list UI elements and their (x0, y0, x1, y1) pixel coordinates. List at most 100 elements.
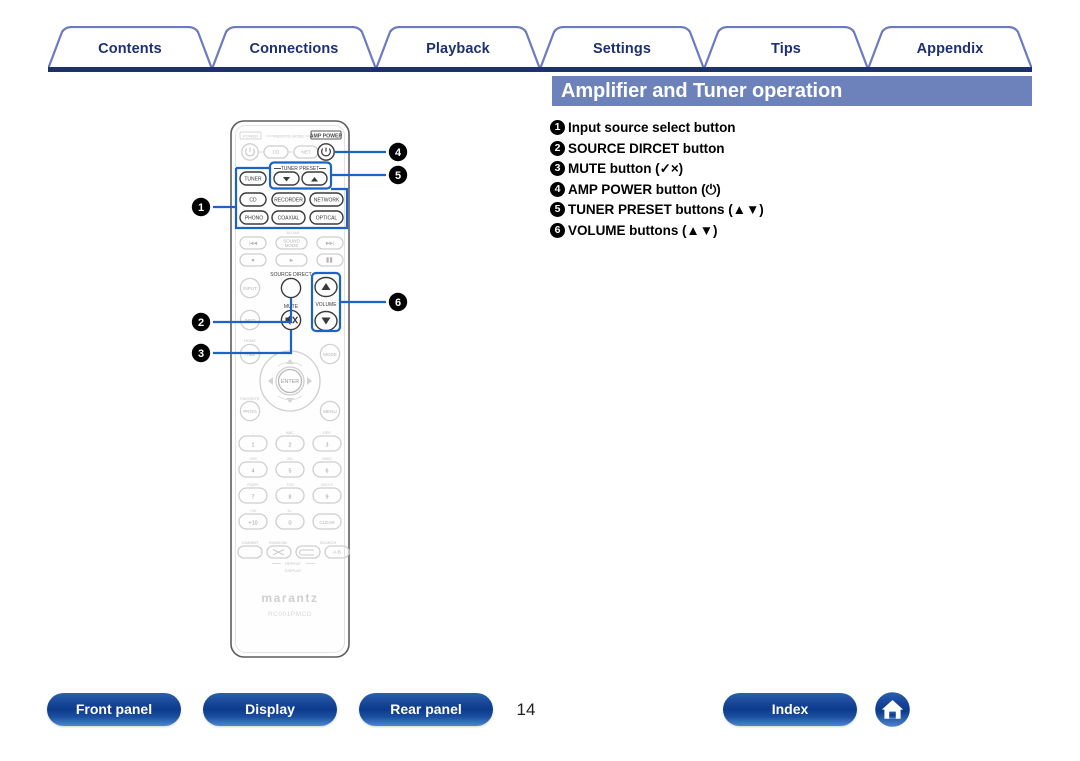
tab-bar: Contents Connections Playback Settings T… (48, 26, 1032, 70)
svg-text:7: 7 (252, 494, 255, 500)
svg-text:DISPLAY: DISPLAY (285, 568, 302, 573)
remote-model: RC001PMCD (268, 611, 312, 618)
svg-text:MODE: MODE (323, 352, 337, 357)
svg-text:6: 6 (326, 468, 329, 474)
tab-settings[interactable]: Settings (540, 40, 704, 58)
svg-text:AMP POWER: AMP POWER (310, 134, 343, 140)
svg-text:FAVORITE: FAVORITE (240, 396, 260, 401)
rear-panel-button[interactable]: Rear panel (359, 693, 493, 726)
svg-text:PHONO: PHONO (245, 216, 263, 222)
svg-text:WXYZ: WXYZ (321, 482, 333, 487)
legend-label-5: TUNER PRESET buttons (▲▼) (568, 202, 764, 217)
svg-text:+10: +10 (250, 508, 258, 513)
legend-label-3: MUTE button (✓×) (568, 161, 684, 176)
svg-text:SOURCE DIRECT: SOURCE DIRECT (270, 272, 311, 278)
svg-text:NET: NET (301, 150, 310, 155)
svg-text:DEF: DEF (323, 430, 332, 435)
svg-text:REMOTE MODE: REMOTE MODE (274, 134, 305, 139)
svg-text:TUNER PRESET: TUNER PRESET (281, 166, 320, 172)
svg-text:NETWORK: NETWORK (314, 198, 340, 204)
legend-bullet-4: 4 (550, 181, 565, 197)
svg-text:HOME: HOME (244, 338, 256, 343)
svg-text:CD: CD (273, 150, 280, 155)
legend-bullet-2: 2 (550, 140, 565, 156)
svg-text:TUNER: TUNER (244, 177, 262, 183)
legend-label-1: Input source select button (568, 120, 736, 135)
legend-bullet-6: 6 (550, 222, 565, 238)
svg-text:.,: ., (252, 430, 254, 435)
legend-item-4: 4 AMP POWER button (⏻) (550, 180, 1020, 201)
svg-text:■: ■ (252, 258, 255, 263)
svg-text:1: 1 (198, 202, 204, 214)
manual-page: Contents Connections Playback Settings T… (0, 0, 1080, 761)
svg-text:A-B: A-B (333, 550, 341, 555)
svg-text:VOLUME: VOLUME (315, 302, 337, 308)
tab-playback[interactable]: Playback (376, 40, 540, 58)
svg-text:+10: +10 (248, 520, 257, 526)
legend-label-4: AMP POWER button (⏻) (568, 181, 721, 197)
tab-appendix[interactable]: Appendix (868, 40, 1032, 58)
svg-text:REPEAT: REPEAT (285, 561, 301, 566)
svg-text:DIMMER: DIMMER (242, 540, 258, 545)
tab-contents[interactable]: Contents (48, 40, 212, 58)
tab-connections[interactable]: Connections (212, 40, 376, 58)
svg-text:SEARCH: SEARCH (320, 540, 337, 545)
remote-control-illustration: .body{fill:#fefefe;stroke:#5d5d5d;stroke… (150, 110, 450, 670)
index-button[interactable]: Index (723, 693, 857, 726)
svg-text:PROG: PROG (243, 409, 257, 414)
legend-bullet-5: 5 (550, 202, 565, 217)
page-number: 14 (516, 700, 536, 719)
remote-brand: marantz (261, 591, 318, 605)
svg-text:0: 0 (289, 520, 292, 526)
svg-text:6: 6 (395, 297, 401, 309)
legend-list: 1 Input source select button 2 SOURCE DI… (550, 118, 1020, 241)
svg-text:PQRS: PQRS (247, 482, 259, 487)
tab-tips[interactable]: Tips (704, 40, 868, 58)
legend-label-6: VOLUME buttons (▲▼) (568, 222, 718, 238)
svg-text:MNO: MNO (322, 456, 331, 461)
svg-text:CD: CD (249, 198, 257, 204)
svg-text:9: 9 (326, 494, 329, 500)
svg-text:RANDOM: RANDOM (269, 540, 287, 545)
svg-text:3: 3 (326, 442, 329, 448)
svg-text:INPUT: INPUT (243, 286, 257, 291)
svg-text:ABC: ABC (286, 430, 294, 435)
svg-text:M-DAX: M-DAX (287, 230, 300, 235)
svg-text:3: 3 (198, 348, 204, 360)
svg-text:OPTICAL: OPTICAL (316, 216, 338, 222)
svg-text:2: 2 (289, 442, 292, 448)
svg-text:|◀◀: |◀◀ (249, 241, 258, 246)
svg-text:▶: ▶ (290, 258, 294, 263)
svg-text:ENTER: ENTER (281, 379, 299, 385)
svg-text:POWER: POWER (243, 134, 258, 139)
svg-text:TUV: TUV (286, 482, 294, 487)
legend-item-5: 5 TUNER PRESET buttons (▲▼) (550, 200, 1020, 221)
legend-item-6: 6 VOLUME buttons (▲▼) (550, 221, 1020, 242)
legend-bullet-3: 3 (550, 161, 565, 176)
home-icon[interactable] (875, 692, 910, 727)
svg-text:MODE: MODE (285, 243, 299, 248)
svg-text:1: 1 (252, 442, 255, 448)
legend-item-2: 2 SOURCE DIRCET button (550, 139, 1020, 160)
svg-text:RECORDER: RECORDER (274, 198, 303, 204)
svg-text:COAXIAL: COAXIAL (278, 216, 300, 222)
page-title: Amplifier and Tuner operation (552, 76, 1032, 106)
legend-item-1: 1 Input source select button (550, 118, 1020, 139)
front-panel-button[interactable]: Front panel (47, 693, 181, 726)
display-button[interactable]: Display (203, 693, 337, 726)
legend-bullet-1: 1 (550, 120, 565, 135)
svg-text:CLEAR: CLEAR (319, 520, 335, 525)
tab-bar-underline (48, 67, 1032, 72)
svg-text:▶▶|: ▶▶| (326, 241, 334, 246)
svg-text:4: 4 (252, 468, 255, 474)
svg-text:▋▋: ▋▋ (325, 257, 333, 264)
svg-text:MENU: MENU (323, 409, 337, 414)
svg-text:5: 5 (289, 468, 292, 474)
legend-item-3: 3 MUTE button (✓×) (550, 159, 1020, 180)
svg-text:5: 5 (395, 170, 401, 182)
svg-text:8: 8 (289, 494, 292, 500)
svg-text:GHI: GHI (249, 456, 256, 461)
svg-text:JKL: JKL (287, 456, 295, 461)
legend-label-2: SOURCE DIRCET button (568, 140, 725, 156)
svg-text:4: 4 (395, 147, 402, 159)
